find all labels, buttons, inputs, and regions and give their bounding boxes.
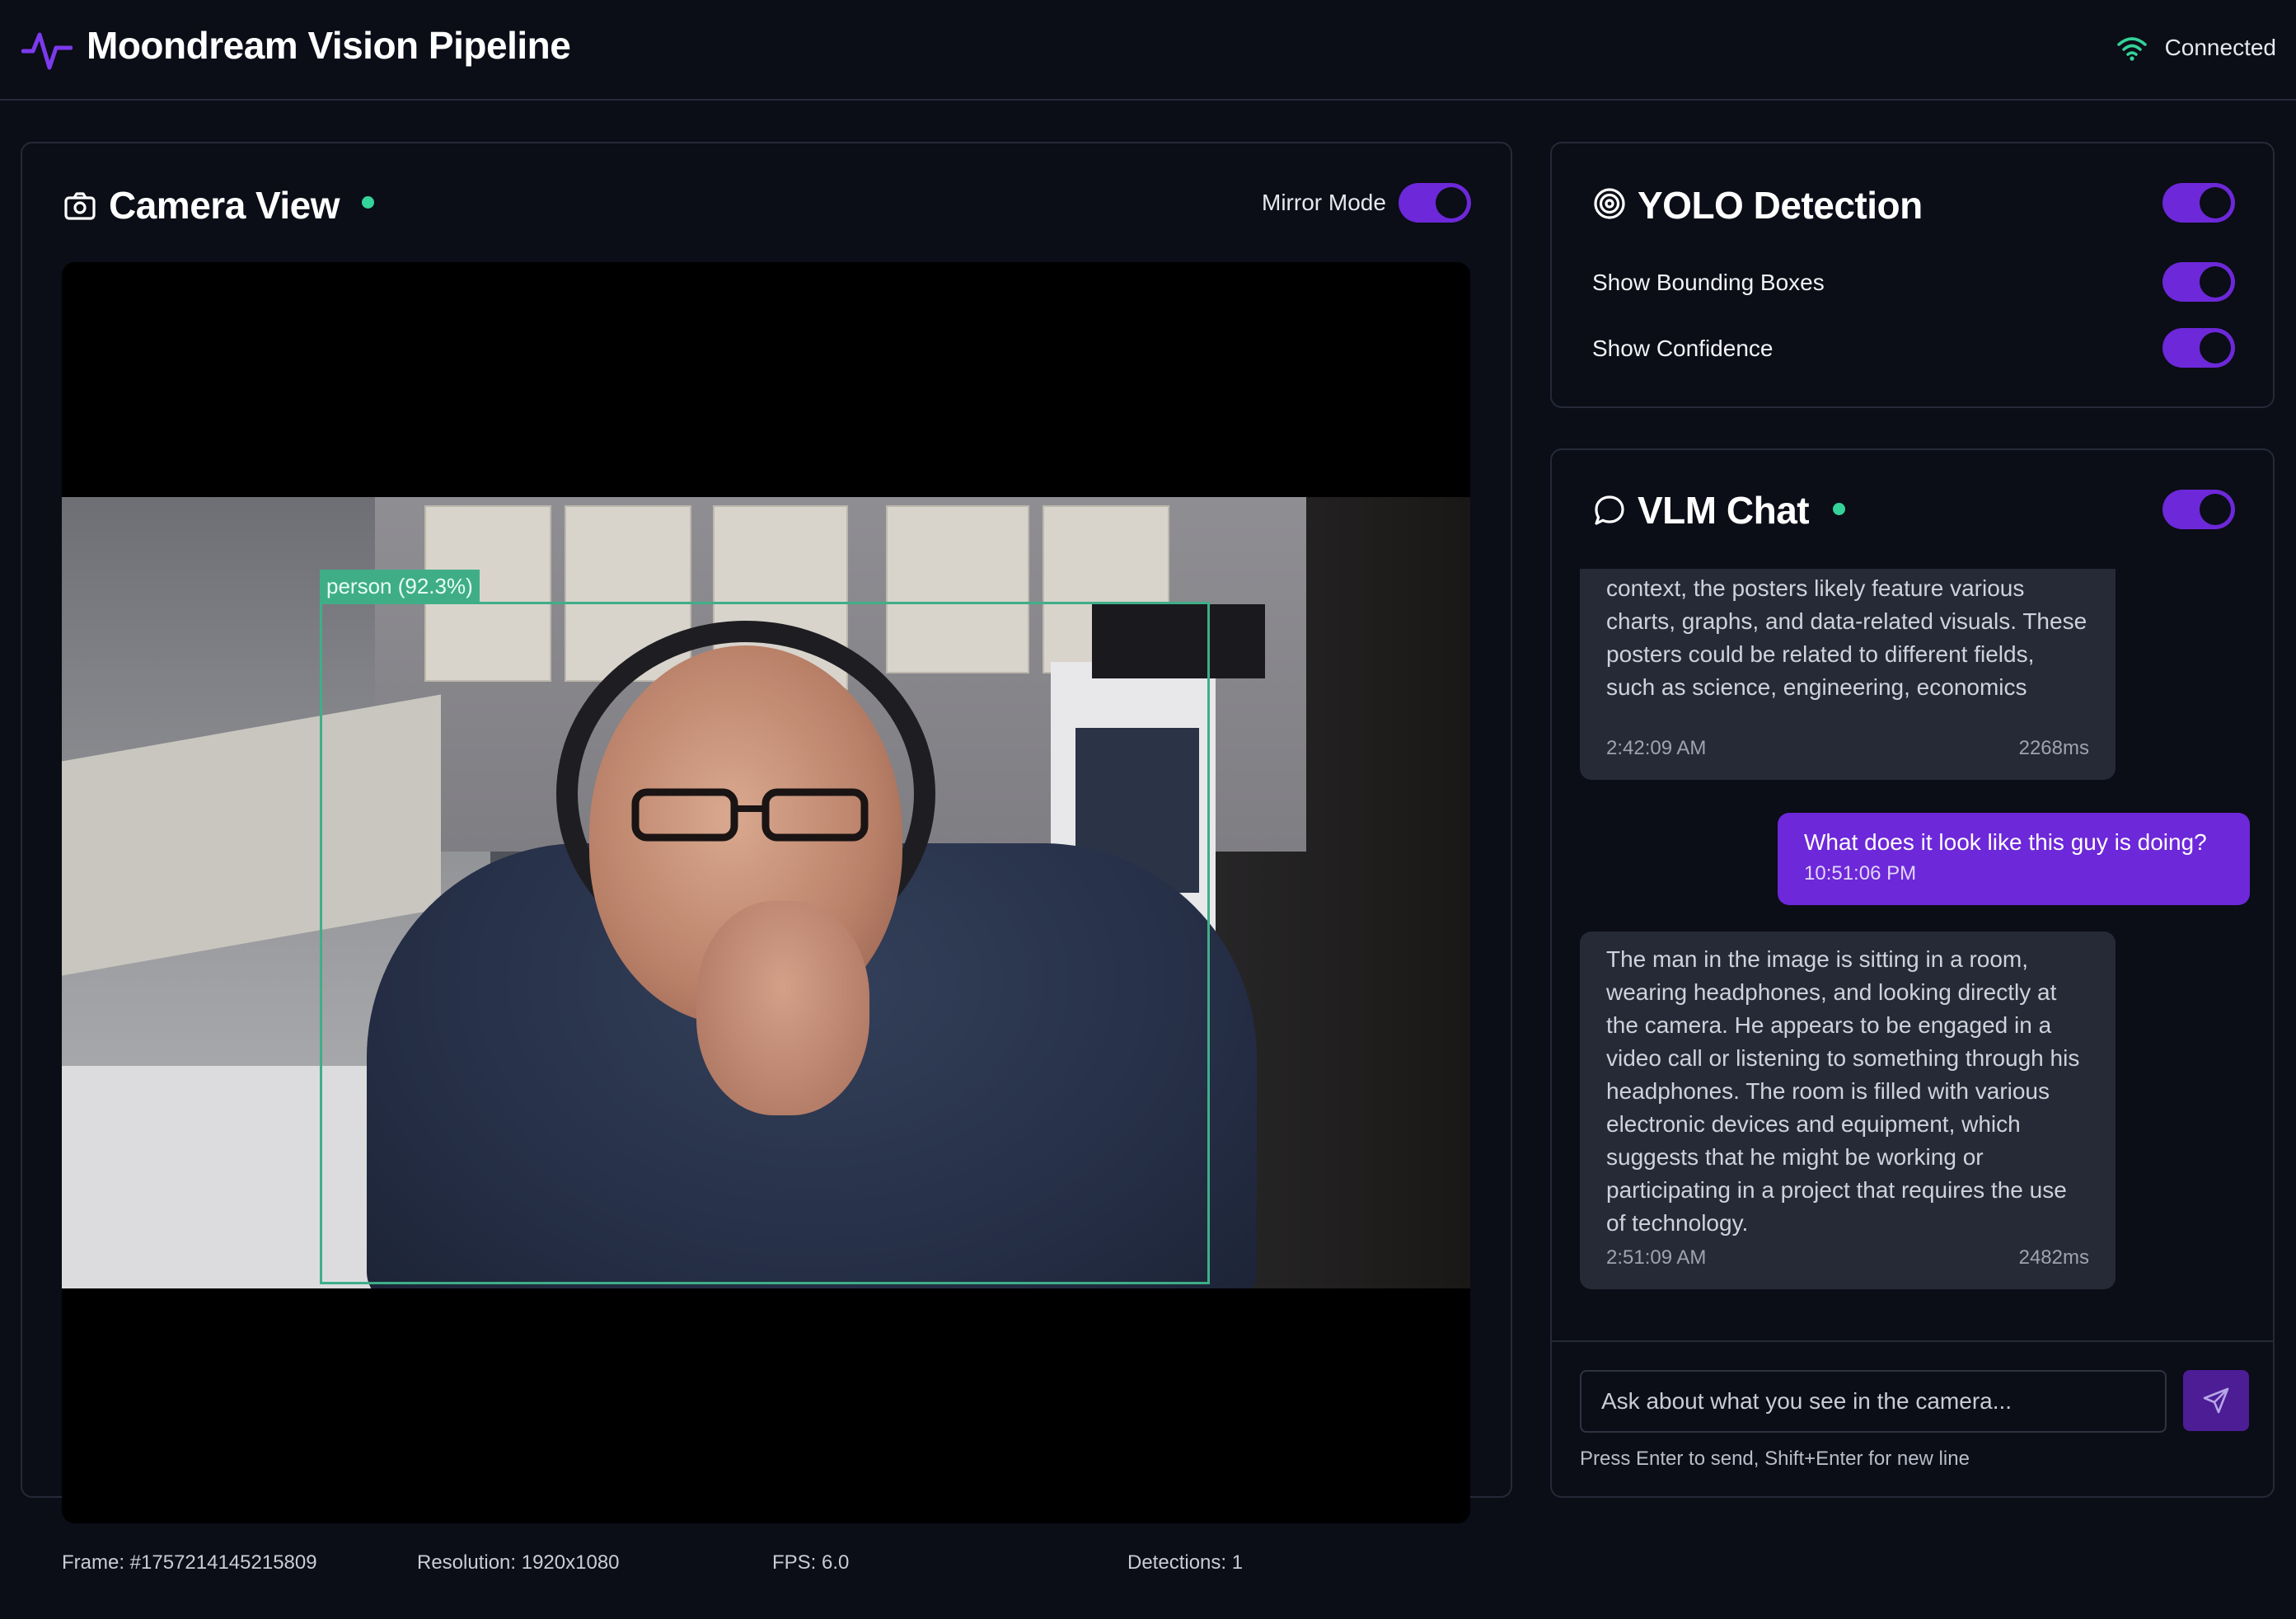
frame-number: Frame: #1757214145215809 <box>62 1551 317 1574</box>
assistant-message: The man in the image is sitting in a roo… <box>1580 932 2116 1289</box>
chat-divider <box>1552 1340 2273 1342</box>
connection-status-label: Connected <box>2164 35 2276 60</box>
message-text: context, the posters likely feature vari… <box>1606 575 2087 700</box>
message-timestamp: 2:42:09 AM <box>1606 737 1707 759</box>
message-latency: 2268ms <box>2018 737 2089 759</box>
target-icon <box>1594 188 1625 219</box>
send-icon <box>2203 1387 2229 1414</box>
toggle-knob <box>2200 494 2231 525</box>
input-hint: Press Enter to send, Shift+Enter for new… <box>1580 1448 1970 1470</box>
message-timestamp: 2:51:09 AM <box>1606 1246 1707 1269</box>
detection-bounding-box <box>320 602 1210 1284</box>
toggle-knob <box>2200 332 2231 364</box>
yolo-panel: YOLO Detection Show Bounding Boxes Show … <box>1550 142 2275 408</box>
vlm-chat-panel: VLM Chat context, the posters likely fea… <box>1550 448 2275 1498</box>
toggle-knob <box>2200 266 2231 298</box>
vlm-chat-title: VLM Chat <box>1638 489 1810 532</box>
message-circle-icon <box>1595 495 1624 525</box>
mirror-mode-toggle[interactable] <box>1399 183 1471 223</box>
show-bounding-boxes-toggle[interactable] <box>2162 262 2235 302</box>
wifi-icon <box>2116 37 2147 61</box>
toggle-knob <box>2200 187 2231 218</box>
app-header: Moondream Vision Pipeline Connected <box>0 0 2296 101</box>
fps-readout: FPS: 6.0 <box>772 1551 850 1574</box>
activity-pulse-icon <box>21 32 73 70</box>
message-text: What does it look like this guy is doing… <box>1804 829 2207 855</box>
message-timestamp: 10:51:06 PM <box>1804 862 1917 885</box>
chat-message-list[interactable]: context, the posters likely feature vari… <box>1552 569 2273 1339</box>
message-text: The man in the image is sitting in a roo… <box>1606 946 2080 1236</box>
mirror-mode-label: Mirror Mode <box>1262 190 1386 215</box>
app-title: Moondream Vision Pipeline <box>87 24 571 67</box>
connection-status: Connected <box>2116 31 2276 64</box>
toggle-knob <box>1436 187 1467 218</box>
camera-video-area: person (92.3%) <box>62 262 1470 1523</box>
chat-live-indicator <box>1833 503 1845 515</box>
camera-frame-image: person (92.3%) <box>62 497 1470 1288</box>
detection-label: person (92.3%) <box>320 570 480 603</box>
show-confidence-label: Show Confidence <box>1592 336 1774 361</box>
assistant-message: context, the posters likely feature vari… <box>1580 569 2116 780</box>
chat-input[interactable] <box>1580 1370 2167 1433</box>
vlm-chat-toggle[interactable] <box>2162 490 2235 529</box>
detections-count: Detections: 1 <box>1127 1551 1244 1574</box>
user-message: What does it look like this guy is doing… <box>1778 813 2250 905</box>
camera-view-title: Camera View <box>109 184 340 227</box>
yolo-detection-toggle[interactable] <box>2162 183 2235 223</box>
show-bounding-boxes-label: Show Bounding Boxes <box>1592 270 1825 295</box>
yolo-detection-title: YOLO Detection <box>1638 184 1923 227</box>
resolution-readout: Resolution: 1920x1080 <box>417 1551 620 1574</box>
message-latency: 2482ms <box>2018 1246 2089 1269</box>
show-confidence-toggle[interactable] <box>2162 328 2235 368</box>
send-button[interactable] <box>2183 1370 2249 1431</box>
camera-icon <box>64 192 96 220</box>
camera-live-indicator <box>362 196 374 209</box>
